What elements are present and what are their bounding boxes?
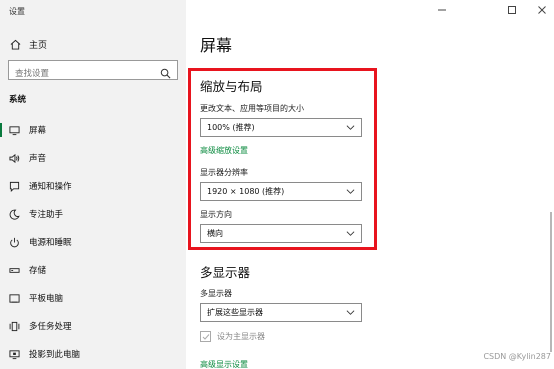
sidebar-item-power-sleep[interactable]: 电源和睡眠 (0, 232, 186, 252)
sidebar: 设置 主页 系统 屏幕 声音 通知和操作 专注助手 (0, 0, 186, 369)
chevron-down-icon (346, 310, 355, 315)
sidebar-item-storage[interactable]: 存储 (0, 260, 186, 280)
search-box[interactable] (8, 60, 178, 83)
window-title: 设置 (9, 7, 25, 16)
sidebar-item-multitasking[interactable]: 多任务处理 (0, 316, 186, 336)
multiple-displays-label: 多显示器 (200, 289, 232, 298)
chevron-down-icon (346, 231, 355, 236)
sidebar-item-label: 通知和操作 (29, 182, 72, 192)
main-content: 屏幕 缩放与布局 更改文本、应用等项目的大小 100% (推荐) 高级缩放设置 … (186, 0, 554, 369)
text-size-label: 更改文本、应用等项目的大小 (200, 104, 304, 113)
orientation-label: 显示方向 (200, 210, 232, 219)
sidebar-item-label: 声音 (29, 154, 47, 164)
sidebar-item-label: 屏幕 (29, 126, 47, 136)
checkbox[interactable] (200, 331, 211, 342)
sidebar-item-sound[interactable]: 声音 (0, 148, 186, 168)
multiple-displays-value: 扩展这些显示器 (207, 308, 263, 317)
minimize-button[interactable] (434, 4, 450, 16)
sidebar-item-label: 投影到此电脑 (29, 350, 81, 360)
advanced-scaling-link[interactable]: 高级缩放设置 (200, 145, 248, 156)
sidebar-item-tablet[interactable]: 平板电脑 (0, 288, 186, 308)
page-title: 屏幕 (200, 36, 233, 55)
projection-icon (8, 348, 20, 360)
storage-icon (8, 264, 20, 276)
search-icon[interactable] (160, 64, 172, 79)
multiple-displays-dropdown[interactable]: 扩展这些显示器 (200, 303, 362, 322)
minimize-icon (438, 9, 446, 11)
text-size-value: 100% (推荐) (207, 123, 255, 132)
scale-layout-heading: 缩放与布局 (200, 79, 263, 94)
text-size-dropdown[interactable]: 100% (推荐) (200, 118, 362, 137)
checkmark-icon (202, 333, 209, 340)
sidebar-item-label: 电源和睡眠 (29, 238, 72, 248)
close-button[interactable] (534, 4, 550, 16)
sidebar-item-project-to-pc[interactable]: 投影到此电脑 (0, 344, 186, 364)
sidebar-item-label: 专注助手 (29, 210, 64, 220)
advanced-display-settings-link[interactable]: 高级显示设置 (200, 359, 248, 369)
multitask-icon (8, 320, 20, 332)
maximize-icon (508, 6, 516, 14)
make-main-display-label: 设为主显示器 (217, 332, 265, 341)
speaker-icon (8, 152, 20, 164)
sidebar-item-focus-assist[interactable]: 专注助手 (0, 204, 186, 224)
sidebar-item-display[interactable]: 屏幕 (0, 120, 186, 140)
sidebar-item-label: 平板电脑 (29, 294, 64, 304)
orientation-value: 横向 (207, 229, 223, 238)
chevron-down-icon (346, 125, 355, 130)
sidebar-item-notifications[interactable]: 通知和操作 (0, 176, 186, 196)
sidebar-item-label: 存储 (29, 266, 47, 276)
search-input[interactable] (9, 65, 149, 83)
monitor-icon (8, 124, 20, 136)
home-nav-item[interactable]: 主页 (9, 38, 48, 51)
resolution-value: 1920 × 1080 (推荐) (207, 187, 285, 196)
notification-icon (8, 180, 20, 192)
watermark: CSDN @Kylin287 (483, 352, 551, 361)
orientation-dropdown[interactable]: 横向 (200, 224, 362, 243)
multiple-displays-heading: 多显示器 (200, 265, 251, 280)
moon-icon (8, 208, 20, 220)
chevron-down-icon (346, 189, 355, 194)
section-label-system: 系统 (9, 95, 27, 105)
power-icon (8, 236, 20, 248)
resolution-label: 显示器分辨率 (200, 168, 248, 177)
maximize-button[interactable] (504, 4, 520, 16)
resolution-dropdown[interactable]: 1920 × 1080 (推荐) (200, 182, 362, 201)
home-icon (9, 38, 21, 50)
tablet-icon (8, 292, 20, 304)
scrollbar[interactable] (550, 212, 552, 352)
red-highlight-box (188, 68, 377, 250)
close-icon (538, 6, 546, 14)
make-main-display-checkbox[interactable]: 设为主显示器 (200, 331, 265, 342)
sidebar-item-label: 多任务处理 (29, 322, 72, 332)
home-label: 主页 (29, 40, 48, 51)
